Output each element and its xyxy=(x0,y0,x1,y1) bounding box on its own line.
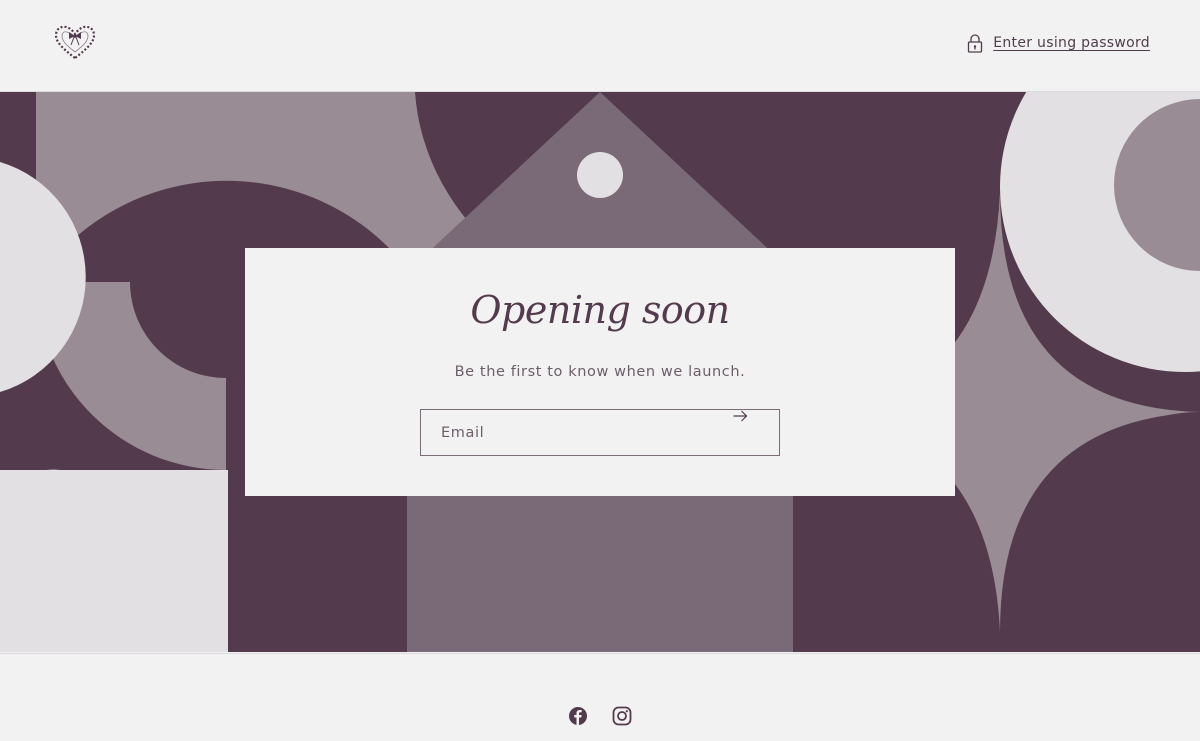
hero-banner: Opening soon Be the first to know when w… xyxy=(0,92,1200,652)
heart-bow-logo-icon xyxy=(54,25,96,60)
email-field[interactable] xyxy=(421,410,731,455)
page-title: Opening soon xyxy=(470,288,730,332)
site-header: Enter using password xyxy=(0,0,1200,92)
site-footer xyxy=(0,653,1200,741)
newsletter-card: Opening soon Be the first to know when w… xyxy=(245,248,955,496)
facebook-icon xyxy=(569,707,587,725)
instagram-icon xyxy=(612,706,632,726)
subscribe-button[interactable] xyxy=(733,410,779,455)
arrow-right-icon xyxy=(733,410,748,422)
enter-password-label: Enter using password xyxy=(993,35,1150,51)
instagram-link[interactable] xyxy=(612,706,632,726)
newsletter-subtitle: Be the first to know when we launch. xyxy=(454,364,746,380)
store-logo[interactable] xyxy=(54,24,96,62)
enter-password-link[interactable]: Enter using password xyxy=(967,32,1150,54)
lock-icon xyxy=(968,34,983,53)
facebook-link[interactable] xyxy=(568,706,588,726)
newsletter-form xyxy=(420,409,780,456)
